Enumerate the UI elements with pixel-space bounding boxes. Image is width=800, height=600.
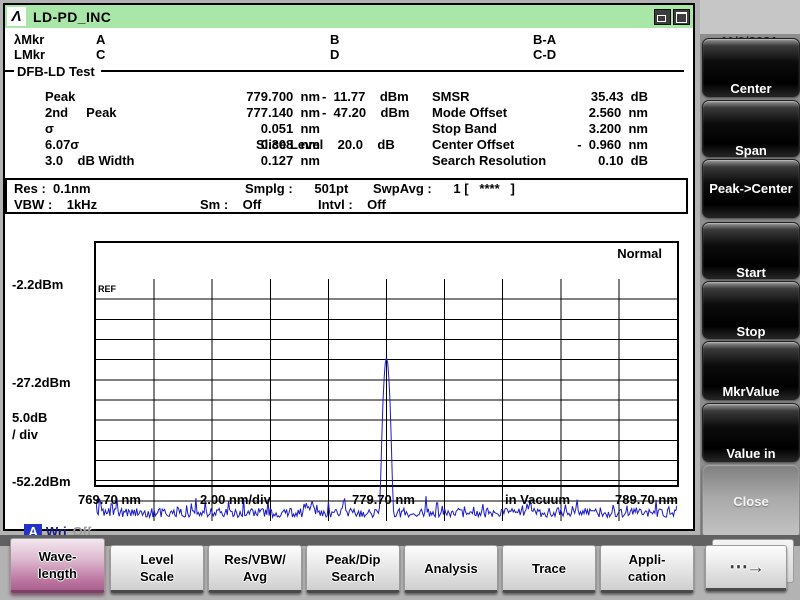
result-label: Search Resolution [432,153,546,168]
result-value: 779.700 nm [150,89,320,104]
y-scale-per-div-2: / div [12,427,38,442]
y-axis-ref-value: -2.2dBm [12,277,63,292]
result-label: SMSR [432,89,470,104]
result-value: 0.10 dB [540,153,648,168]
slice-level: Slice Level 20.0 dB [256,137,395,152]
fkey-application[interactable]: Appli- cation [600,545,694,593]
result-value: 35.43 dB [540,89,648,104]
marker-value-toggle[interactable]: MkrValue Wl Freq [702,341,800,400]
fkey-peak-dip-search[interactable]: Peak/Dip Search [306,545,400,593]
result-label: Center Offset [432,137,514,152]
result-label: σ [45,121,54,136]
analysis-section: DFB-LD Test [5,63,689,79]
result-value: 0.051 nm [150,121,320,136]
y-scale-per-div: 5.0dB [12,410,47,425]
vbw-setting: VBW : 1kHz [14,197,97,212]
more-arrow-icon: ⋯→ [729,559,763,576]
marker-c: C [96,47,105,62]
stop-button[interactable]: Stop 789.70nm [702,281,800,339]
x-axis-center-value: 779.70 nm [352,492,415,507]
anritsu-logo-icon: Λ [7,7,26,26]
result-label: Peak [45,89,75,104]
y-axis-mid-value: -27.2dBm [12,375,71,390]
x-scale-per-div: 2.00 nm/div [200,492,271,507]
peak-to-center-button[interactable]: Peak->Center [702,159,800,218]
resolution-setting: Res : 0.1nm [14,181,91,196]
fkey-level-scale[interactable]: Level Scale [110,545,204,593]
fkey-wavelength[interactable]: Wave- length [10,538,105,593]
smooth-setting: Sm : Off [200,197,261,212]
window-title: LD-PD_INC [33,9,111,25]
result-label: Mode Offset [432,105,507,120]
spectrum-plot [96,279,677,521]
marker-b-a: B-A [533,32,556,47]
result-level: - 11.77 dBm [322,89,409,104]
sampling-setting: Smplg : 501pt [245,181,348,196]
fkey-more-arrow[interactable]: ⋯→ [705,545,787,591]
result-value: 777.140 nm [150,105,320,120]
result-value: 2.560 nm [540,105,648,120]
marker-b: B [330,32,339,47]
marker-c-d: C-D [533,47,556,62]
result-level: - 47.20 dBm [322,105,409,120]
result-value: - 0.960 nm [540,137,648,152]
window-controls [652,9,690,25]
start-button[interactable]: Start 769.70nm [702,222,800,279]
result-label: 2nd Peak [45,105,117,120]
y-axis-bottom-value: -52.2dBm [12,474,71,489]
osa-screen: Λ LD-PD_INC λMkr A B B-A LMkr C D C-D DF… [0,0,800,600]
result-value: 3.200 nm [540,121,648,136]
x-axis-start-value: 769.70 nm [78,492,141,507]
ref-level-label: REF [98,284,116,294]
level-marker-label: LMkr [14,47,45,62]
title-bar: Λ LD-PD_INC [5,5,693,28]
result-label: 3.0 dB Width [45,153,134,168]
interval-setting: Intvl : Off [318,197,386,212]
result-value: 0.127 nm [150,153,320,168]
maximize-window-icon[interactable] [673,9,690,25]
section-rule-left [5,70,14,72]
close-button[interactable]: Close [702,464,800,539]
result-label: Stop Band [432,121,497,136]
trace-mode-label: Normal [560,246,662,261]
center-button[interactable]: Center 779.70nm [702,38,800,97]
wavelength-medium-label: in Vacuum [505,492,570,507]
lambda-marker-label: λMkr [14,32,44,47]
section-rule-right [101,70,684,72]
restore-window-icon[interactable] [654,9,671,25]
span-button[interactable]: Span 20.00nm [702,100,800,157]
marker-a: A [96,32,105,47]
fkey-trace[interactable]: Trace [502,545,596,593]
value-in-toggle[interactable]: Value in Air Vacuum [702,403,800,462]
fkey-analysis[interactable]: Analysis [404,545,498,593]
fkey-res-vbw-avg[interactable]: Res/VBW/ Avg [208,545,302,593]
marker-d: D [330,47,339,62]
result-label: 6.07σ [45,137,79,152]
x-axis-stop-value: 789.70 nm [615,492,678,507]
sweep-average-setting: SwpAvg : 1 [ **** ] [373,181,515,196]
analysis-mode-title: DFB-LD Test [17,64,95,79]
spectrum-chart [94,241,679,487]
